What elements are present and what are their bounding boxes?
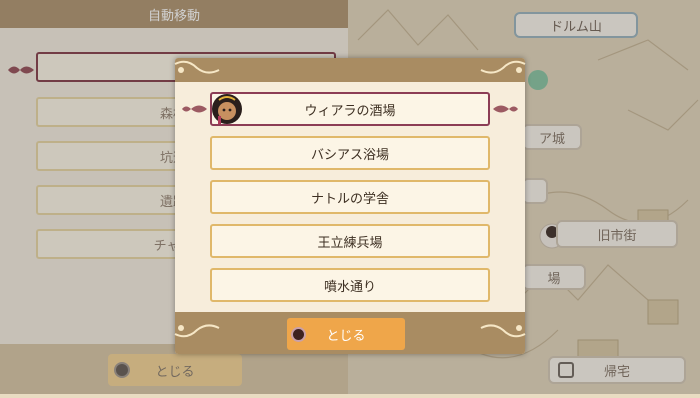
destination-label: 噴水通り <box>323 279 376 295</box>
modal-close-label: とじる <box>326 328 366 344</box>
flourish-right-icon <box>493 105 518 113</box>
circle-button-icon <box>291 326 306 342</box>
character-portrait-icon <box>212 94 242 124</box>
destination-item-royal-training-ground[interactable]: 王立練兵場 <box>210 224 490 258</box>
modal-close-button[interactable]: とじる <box>287 318 405 350</box>
destination-label: ウィアラの酒場 <box>304 103 396 119</box>
corner-ornament-icon <box>480 60 526 74</box>
destination-label: ナトルの学舎 <box>310 191 389 207</box>
destination-item-wiara-tavern[interactable]: ウィアラの酒場 <box>210 92 490 126</box>
modal-top-frame <box>175 58 525 82</box>
destination-item-natol-school[interactable]: ナトルの学舎 <box>210 180 490 214</box>
corner-ornament-icon <box>174 324 220 338</box>
flourish-left-icon <box>182 105 207 113</box>
destination-item-fountain-street[interactable]: 噴水通り <box>210 268 490 302</box>
corner-ornament-icon <box>174 60 220 74</box>
destination-modal: ウィアラの酒場 バシアス浴場 ナトルの学舎 王立練兵場 噴水通り とじる <box>174 58 526 354</box>
destination-item-basias-bath[interactable]: バシアス浴場 <box>210 136 490 170</box>
destination-label: バシアス浴場 <box>310 147 389 163</box>
corner-ornament-icon <box>480 324 526 338</box>
destination-label: 王立練兵場 <box>317 235 383 251</box>
